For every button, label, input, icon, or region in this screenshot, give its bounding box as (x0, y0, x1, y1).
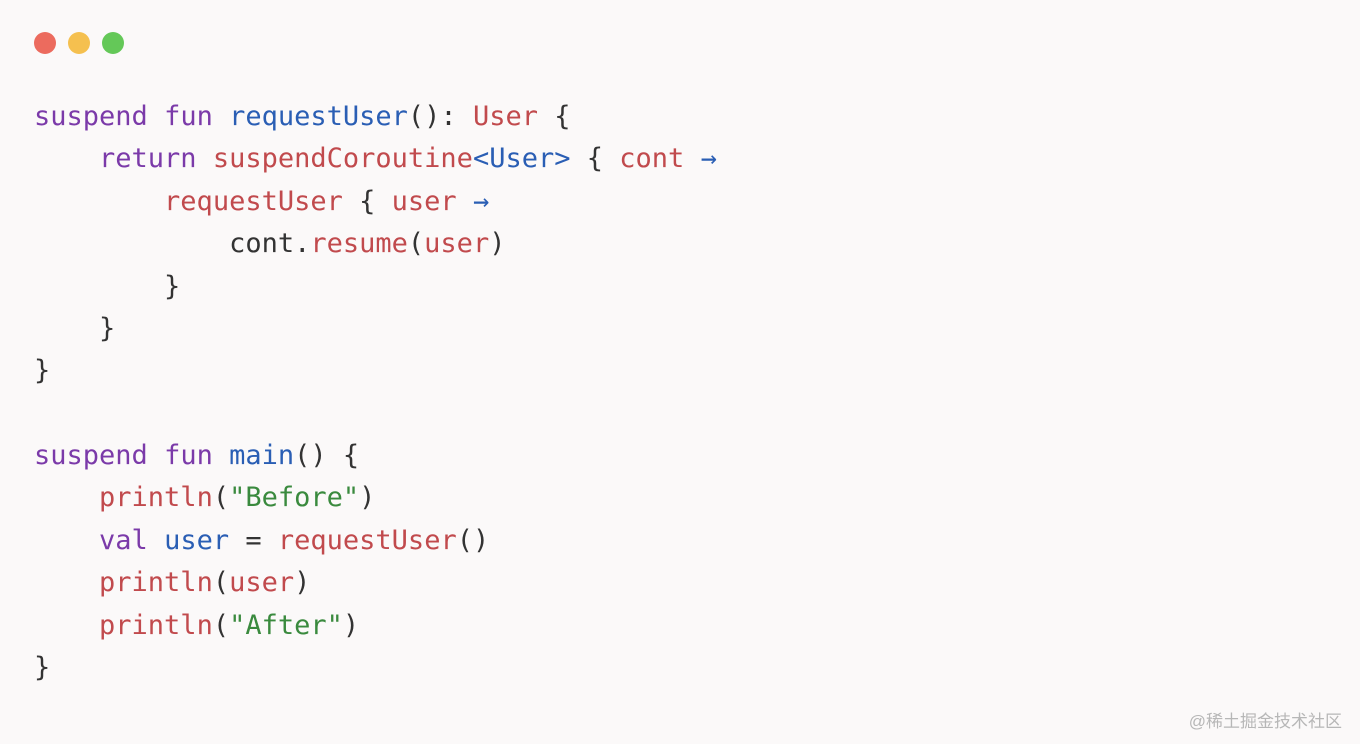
traffic-lights (34, 32, 1326, 54)
code-token: { (571, 143, 620, 174)
code-token: requestUser (278, 525, 457, 556)
code-token: } (34, 355, 50, 386)
code-token: ) (359, 482, 375, 513)
watermark: @稀土掘金技术社区 (1189, 707, 1342, 732)
code-token: () (457, 525, 490, 556)
maximize-icon[interactable] (102, 32, 124, 54)
code-token: suspendCoroutine (213, 143, 473, 174)
code-token: { (343, 186, 392, 217)
code-token: → (473, 186, 489, 217)
code-token: suspend (34, 440, 148, 471)
code-token: } (34, 652, 50, 683)
code-token: fun (164, 101, 213, 132)
code-token: "After" (229, 610, 343, 641)
code-token: requestUser (164, 186, 343, 217)
code-token: (): (408, 101, 473, 132)
code-window: suspend fun requestUser(): User { return… (0, 0, 1360, 744)
code-token: "Before" (229, 482, 359, 513)
code-token: > (554, 143, 570, 174)
code-token: User (473, 101, 538, 132)
code-token: return (99, 143, 197, 174)
code-token: } (99, 313, 115, 344)
minimize-icon[interactable] (68, 32, 90, 54)
code-token: = (229, 525, 278, 556)
code-token: → (701, 143, 717, 174)
code-token: user (229, 567, 294, 598)
code-token: < (473, 143, 489, 174)
code-token: fun (164, 440, 213, 471)
code-token: resume (310, 228, 408, 259)
code-token: requestUser (229, 101, 408, 132)
code-token: main (229, 440, 294, 471)
code-token: suspend (34, 101, 148, 132)
code-token: ( (213, 482, 229, 513)
code-token: println (99, 567, 213, 598)
close-icon[interactable] (34, 32, 56, 54)
code-token: ( (213, 610, 229, 641)
code-token: { (538, 101, 571, 132)
code-token: ) (343, 610, 359, 641)
code-token: ) (294, 567, 310, 598)
code-token: println (99, 482, 213, 513)
code-token: user (164, 525, 229, 556)
code-token: cont. (229, 228, 310, 259)
code-block: suspend fun requestUser(): User { return… (34, 96, 1326, 689)
code-token: User (489, 143, 554, 174)
code-token: val (99, 525, 148, 556)
code-token: cont (619, 143, 684, 174)
code-token: ( (408, 228, 424, 259)
code-token: println (99, 610, 213, 641)
code-token: ) (489, 228, 505, 259)
code-token: } (164, 271, 180, 302)
code-token: () { (294, 440, 359, 471)
code-token: user (424, 228, 489, 259)
code-token: ( (213, 567, 229, 598)
code-token: user (392, 186, 457, 217)
